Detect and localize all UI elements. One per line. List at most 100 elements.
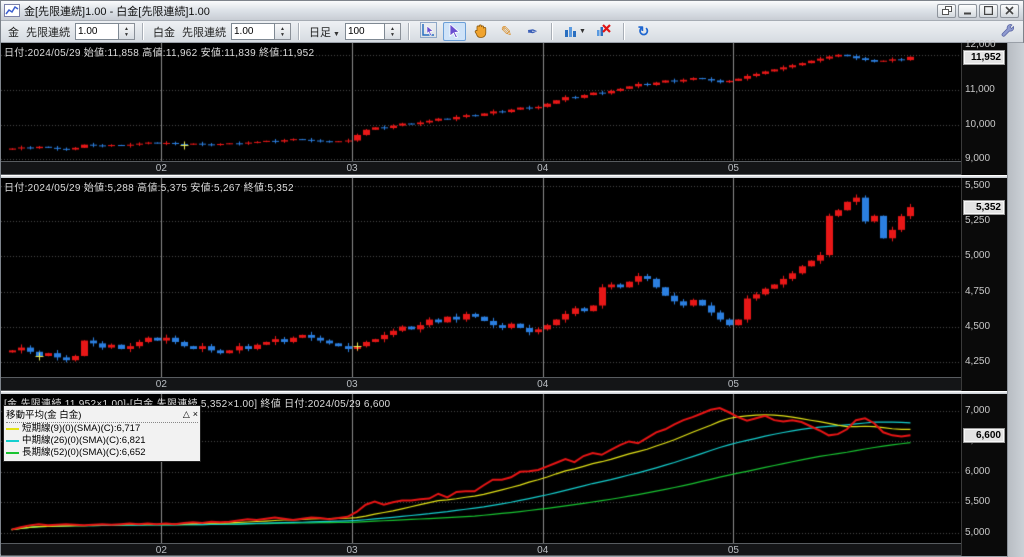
- toolbar-separator: [142, 23, 144, 40]
- x-tick-label: 03: [346, 545, 358, 556]
- pen-icon: ✒: [526, 23, 538, 39]
- bar-count-spinner[interactable]: ▲ ▼: [384, 23, 401, 40]
- close-button[interactable]: [1000, 3, 1019, 18]
- chart-area: 日付:2024/05/29 始値:11,858 高値:11,962 安値:11,…: [1, 39, 1024, 557]
- y-tick-label: 5,500: [965, 180, 991, 192]
- refresh-button[interactable]: ↻: [632, 22, 655, 41]
- y-tick-label: 5,500: [965, 496, 991, 508]
- gold-price-axis: 11,000 10,000 9,000 12,000 11,952: [961, 39, 1007, 175]
- timeframe-label: 日足: [309, 26, 331, 39]
- x-tick-label: 05: [727, 379, 739, 390]
- chart-pointer-tool-button[interactable]: [417, 22, 440, 41]
- platinum-chart-canvas[interactable]: [1, 178, 961, 377]
- legend-rows: 短期線(9)(0)(SMA)(C):6,717 中期線(26)(0)(SMA)(C…: [6, 423, 198, 459]
- spread-time-axis: 02 03 04 05: [1, 543, 961, 556]
- legend-line-swatch: [6, 452, 19, 454]
- float-window-button[interactable]: [937, 3, 956, 18]
- maximize-button[interactable]: [979, 3, 998, 18]
- x-tick-label: 05: [727, 545, 739, 556]
- settings-button[interactable]: [995, 22, 1018, 41]
- gold-time-axis: 02 03 04 05: [1, 161, 961, 175]
- platinum-chart-panel: 日付:2024/05/29 始値:5,288 高値:5,375 安値:5,267…: [1, 178, 1007, 391]
- window-right-gutter: [1007, 43, 1024, 557]
- y-tick-label: 10,000: [965, 118, 996, 130]
- y-tick-label: 6,000: [965, 465, 991, 477]
- window-controls: [937, 3, 1020, 18]
- platinum-info-line: 日付:2024/05/29 始値:5,288 高値:5,375 安値:5,267…: [4, 183, 294, 194]
- select-tool-button[interactable]: [442, 22, 466, 41]
- legend-row-label: 短期線(9)(0)(SMA)(C):6,717: [22, 423, 141, 434]
- current-price-label: 11,952: [963, 49, 1005, 65]
- minimize-button[interactable]: [958, 3, 977, 18]
- gold-series-label: 先限連続: [26, 26, 70, 39]
- y-tick-label: 4,750: [965, 285, 991, 297]
- platinum-ratio-spinner[interactable]: ▲ ▼: [275, 23, 291, 40]
- chevron-down-icon: ▼: [333, 30, 340, 38]
- platinum-time-axis: 02 03 04 05: [1, 377, 961, 391]
- cursor-arrow-icon: [448, 22, 461, 41]
- legend-collapse-icon[interactable]: △: [183, 409, 190, 420]
- current-price-label: 5,352: [963, 200, 1005, 216]
- y-tick-label: 5,000: [965, 526, 991, 538]
- title-bar: 金[先限連続]1.00 - 白金[先限連続]1.00: [1, 1, 1023, 21]
- timeframe-dropdown[interactable]: 日足 ▼: [309, 24, 340, 40]
- app-icon: [4, 4, 20, 17]
- bar-chart-icon: [564, 24, 577, 40]
- x-tick-label: 03: [346, 163, 358, 174]
- y-tick-label: 5,250: [965, 215, 991, 227]
- legend-row-label: 中期線(26)(0)(SMA)(C):6,821: [22, 435, 146, 446]
- spread-chart-panel: [金 先限連続 11,952×1.00]-[白金 先限連続 5,352×1.00…: [1, 394, 1007, 556]
- y-tick-label: 11,000: [965, 83, 995, 95]
- y-tick-label: 9,000: [965, 153, 991, 165]
- pan-tool-button[interactable]: [469, 22, 492, 41]
- pencil-tool-button[interactable]: ✎: [495, 22, 518, 41]
- y-tick-label-cut: 12,000: [965, 39, 996, 50]
- legend-row: 長期線(52)(0)(SMA)(C):6,652: [6, 447, 198, 459]
- legend-row: 中期線(26)(0)(SMA)(C):6,821: [6, 435, 198, 447]
- x-tick-label: 02: [155, 379, 167, 390]
- y-tick-label: 5,000: [965, 250, 991, 262]
- legend-line-swatch: [6, 440, 19, 442]
- hand-icon: [473, 23, 488, 41]
- legend-close-icon[interactable]: ×: [193, 409, 198, 419]
- x-tick-label: 03: [346, 379, 358, 390]
- refresh-icon: ↻: [637, 23, 650, 39]
- x-tick-label: 02: [155, 545, 167, 556]
- gold-ratio-spinner[interactable]: ▲ ▼: [119, 23, 135, 40]
- y-tick-label: 4,500: [965, 320, 991, 332]
- x-tick-label: 04: [537, 379, 549, 390]
- platinum-price-axis: 5,500 5,250 5,000 4,750 4,500 4,250 5,352: [961, 178, 1007, 391]
- gold-symbol-label: 金: [8, 26, 19, 39]
- chevron-down-icon: ▼: [578, 28, 586, 35]
- platinum-ratio-input[interactable]: [231, 23, 275, 40]
- x-tick-label: 02: [155, 163, 167, 174]
- gold-info-line: 日付:2024/05/29 始値:11,858 高値:11,962 安値:11,…: [4, 48, 315, 59]
- toolbar-separator: [407, 23, 410, 40]
- platinum-series-label: 先限連続: [182, 26, 226, 39]
- x-tick-label: 04: [537, 545, 549, 556]
- pen-tool-button[interactable]: ✒: [521, 22, 544, 41]
- pencil-icon: ✎: [500, 23, 513, 39]
- current-price-label: 6,600: [963, 428, 1005, 444]
- legend-line-swatch: [6, 428, 19, 430]
- x-tick-label: 05: [727, 163, 739, 174]
- legend-row-label: 長期線(52)(0)(SMA)(C):6,652: [22, 447, 146, 458]
- toolbar: 金 先限連続 ▲▼ 白金 先限連続 ▲▼ 日足▼ ▲▼ ✎: [1, 21, 1023, 43]
- y-tick-label: 4,250: [965, 355, 991, 367]
- delete-drawing-tool-button[interactable]: [593, 22, 616, 41]
- gold-ratio-input[interactable]: [75, 23, 119, 40]
- x-tick-label: 04: [537, 163, 549, 174]
- chart-type-dropdown-button[interactable]: ▼: [560, 22, 590, 41]
- y-tick-label: 7,000: [965, 405, 991, 417]
- gold-chart-panel: 日付:2024/05/29 始値:11,858 高値:11,962 安値:11,…: [1, 39, 1007, 175]
- ma-legend[interactable]: 移動平均(金 白金) △ × 短期線(9)(0)(SMA)(C):6,717 中期…: [3, 405, 201, 462]
- bar-count-input[interactable]: [344, 23, 385, 40]
- gold-chart-canvas[interactable]: [1, 43, 961, 161]
- wrench-icon: [1000, 23, 1014, 40]
- window-title: 金[先限連続]1.00 - 白金[先限連続]1.00: [24, 5, 210, 18]
- platinum-symbol-label: 白金: [153, 26, 175, 39]
- toolbar-separator: [298, 23, 300, 40]
- ma-legend-title: 移動平均(金 白金): [6, 410, 82, 421]
- app-window: 金[先限連続]1.00 - 白金[先限連続]1.00 金 先限連続 ▲▼ 白金 …: [0, 0, 1024, 557]
- spread-price-axis: 7,0006,5006,0005,5005,0006,600: [961, 394, 1007, 556]
